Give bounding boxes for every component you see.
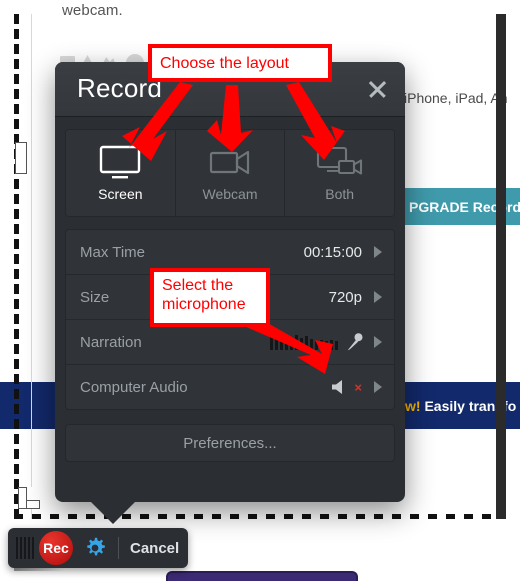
rec-bar-divider bbox=[118, 537, 119, 559]
capture-selection-bottom-edge bbox=[14, 514, 506, 519]
layout-option-screen[interactable]: Screen bbox=[66, 130, 175, 216]
chevron-right-icon[interactable] bbox=[374, 336, 382, 348]
capture-selection-right-shade bbox=[496, 14, 506, 519]
setting-row-computer-audio[interactable]: Computer Audio × bbox=[66, 365, 394, 409]
layout-chooser: Screen Webcam Both bbox=[65, 129, 395, 217]
callout-choose-layout: Choose the layout bbox=[148, 44, 332, 82]
speaker-muted-icon[interactable] bbox=[330, 379, 350, 395]
cancel-button[interactable]: Cancel bbox=[130, 540, 179, 557]
setting-label-narration: Narration bbox=[80, 333, 142, 351]
setting-label-max-time: Max Time bbox=[80, 243, 146, 261]
capture-selection-inner-line bbox=[31, 14, 32, 519]
dialog-pointer-tail bbox=[91, 502, 135, 524]
close-icon[interactable] bbox=[363, 75, 391, 103]
capture-handle-bottom-left[interactable] bbox=[18, 487, 40, 509]
audio-level-meter-icon bbox=[270, 334, 338, 350]
layout-option-both[interactable]: Both bbox=[284, 130, 394, 216]
drag-handle-icon[interactable] bbox=[16, 537, 34, 559]
layout-option-both-label: Both bbox=[325, 185, 355, 202]
video-camera-icon bbox=[206, 145, 254, 179]
chevron-right-icon[interactable] bbox=[374, 291, 382, 303]
chevron-right-icon[interactable] bbox=[374, 381, 382, 393]
microphone-icon[interactable] bbox=[346, 332, 364, 352]
monitor-icon bbox=[96, 145, 144, 179]
recording-control-bar: Rec Cancel bbox=[8, 528, 188, 568]
muted-x-icon: × bbox=[354, 379, 362, 395]
setting-value-size: 720p bbox=[328, 288, 362, 306]
setting-value-max-time: 00:15:00 bbox=[303, 243, 362, 261]
chevron-right-icon[interactable] bbox=[374, 246, 382, 258]
gear-icon[interactable] bbox=[83, 536, 107, 560]
layout-option-webcam-label: Webcam bbox=[202, 185, 258, 202]
setting-label-computer-audio: Computer Audio bbox=[80, 378, 188, 396]
background-purple-bar bbox=[168, 573, 356, 581]
preferences-button[interactable]: Preferences... bbox=[65, 424, 395, 462]
record-button[interactable]: Rec bbox=[39, 531, 73, 565]
layout-option-webcam[interactable]: Webcam bbox=[174, 130, 285, 216]
capture-handle-left[interactable] bbox=[15, 142, 27, 174]
layout-option-screen-label: Screen bbox=[98, 185, 143, 202]
monitor-camera-icon bbox=[314, 145, 366, 179]
callout-select-microphone: Select the microphone bbox=[150, 268, 270, 327]
